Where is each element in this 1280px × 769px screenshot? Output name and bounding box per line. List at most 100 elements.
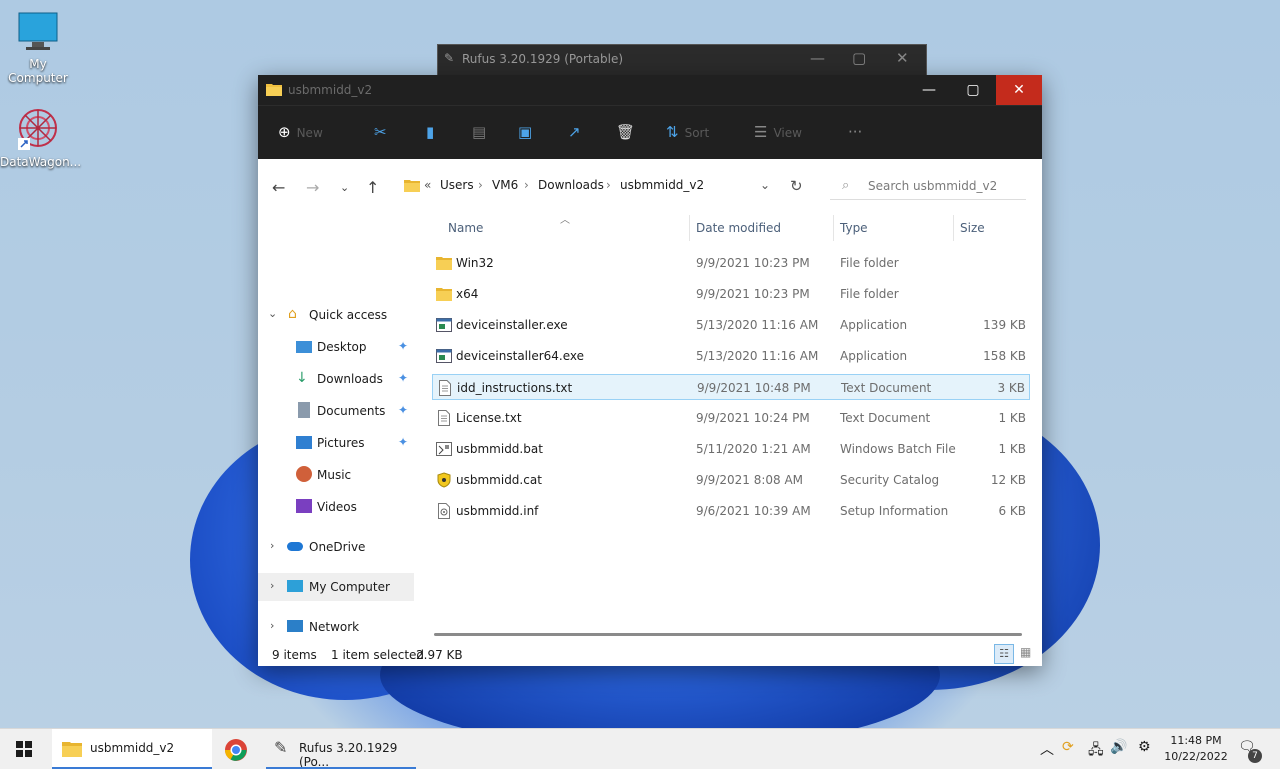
pin-icon[interactable]: ✦ <box>398 371 408 385</box>
breadcrumb-separator-icon: › <box>478 178 483 192</box>
up-arrow-icon[interactable]: ↑ <box>366 178 379 197</box>
new-button[interactable]: ⊕ New <box>278 123 323 141</box>
search-input[interactable]: ⌕ Search usbmmidd_v2 <box>830 173 1026 200</box>
details-view-icon[interactable]: ☷ <box>994 644 1014 664</box>
file-row[interactable]: Win32 9/9/2021 10:23 PM File folder <box>432 250 1030 276</box>
chevron-right-icon[interactable]: › <box>270 539 274 552</box>
close-button[interactable]: ✕ <box>996 75 1042 105</box>
breadcrumb-item[interactable]: VM6 <box>492 178 518 192</box>
desktop-icon-datawagon[interactable]: DataWagon... <box>0 106 81 169</box>
chevron-up-icon[interactable]: ︿ <box>1040 739 1054 759</box>
column-header-name[interactable]: Name <box>448 221 483 235</box>
view-button[interactable]: ☰ View <box>754 123 802 141</box>
file-date: 9/9/2021 10:48 PM <box>697 381 811 395</box>
recent-chevron-down-icon[interactable]: ⌄ <box>340 181 349 194</box>
address-dropdown-chevron-icon[interactable]: ⌄ <box>760 178 770 192</box>
nav-item-documents[interactable]: Documents ✦ <box>258 397 414 425</box>
breadcrumb[interactable]: « Users › VM6 › Downloads › usbmmidd_v2 … <box>400 173 778 199</box>
close-icon[interactable]: ✕ <box>896 49 909 67</box>
gear-icon[interactable]: ⚙ <box>1138 739 1151 755</box>
file-type: Windows Batch File <box>840 442 956 456</box>
paste-icon[interactable]: ▤ <box>472 123 486 141</box>
taskbar-item-label: usbmmidd_v2 <box>90 741 175 755</box>
navigation-pane: ⌄ ⌂ Quick access Desktop ✦ ↓ Downloads ✦… <box>258 213 418 634</box>
taskbar-item-chrome[interactable] <box>214 729 260 769</box>
nav-item-videos[interactable]: Videos <box>258 493 414 521</box>
minimize-icon[interactable]: — <box>810 49 825 67</box>
pin-icon[interactable]: ✦ <box>398 339 408 353</box>
start-button[interactable] <box>0 729 50 769</box>
breadcrumb-item[interactable]: Users <box>440 178 474 192</box>
update-shield-icon[interactable]: ⟳ <box>1062 739 1074 755</box>
nav-item-music[interactable]: Music <box>258 461 414 489</box>
column-divider[interactable] <box>833 215 834 241</box>
breadcrumb-item[interactable]: Downloads <box>538 178 604 192</box>
maximize-icon[interactable]: ▢ <box>852 49 866 67</box>
title-bar[interactable]: usbmmidd_v2 — ▢ ✕ <box>258 75 1042 105</box>
video-icon <box>296 499 312 513</box>
file-row[interactable]: x64 9/9/2021 10:23 PM File folder <box>432 281 1030 307</box>
share-icon[interactable]: ↗ <box>568 123 581 141</box>
nav-onedrive[interactable]: › OneDrive <box>258 533 414 561</box>
column-divider[interactable] <box>953 215 954 241</box>
file-row[interactable]: usbmmidd.bat 5/11/2020 1:21 AM Windows B… <box>432 436 1030 462</box>
refresh-icon[interactable]: ↻ <box>790 177 803 195</box>
pin-icon[interactable]: ✦ <box>398 403 408 417</box>
breadcrumb-item[interactable]: usbmmidd_v2 <box>620 178 704 192</box>
column-divider[interactable] <box>689 215 690 241</box>
security-catalog-icon <box>437 472 451 488</box>
forward-arrow-icon[interactable]: → <box>306 178 319 197</box>
rename-icon[interactable]: ▣ <box>518 123 532 141</box>
minimize-button[interactable]: — <box>906 75 952 105</box>
monitor-icon <box>18 12 58 50</box>
column-header-type[interactable]: Type <box>840 221 868 235</box>
tiles-view-icon[interactable]: ▦ <box>1020 645 1031 659</box>
network-icon[interactable]: 🖧 <box>1088 739 1104 763</box>
file-row[interactable]: usbmmidd.cat 9/9/2021 8:08 AM Security C… <box>432 467 1030 493</box>
volume-icon[interactable]: 🔊 <box>1110 739 1127 755</box>
sort-button[interactable]: ⇅ Sort <box>666 123 709 141</box>
horizontal-scrollbar[interactable] <box>434 633 1022 636</box>
nav-label: Documents <box>317 404 386 418</box>
nav-my-computer[interactable]: › My Computer <box>258 573 414 601</box>
cut-icon[interactable]: ✂ <box>374 123 387 141</box>
file-row[interactable]: deviceinstaller64.exe 5/13/2020 11:16 AM… <box>432 343 1030 369</box>
file-date: 9/9/2021 10:24 PM <box>696 411 810 425</box>
nav-item-downloads[interactable]: ↓ Downloads ✦ <box>258 365 414 393</box>
nav-item-pictures[interactable]: Pictures ✦ <box>258 429 414 457</box>
delete-icon[interactable]: 🗑 <box>616 123 635 141</box>
taskbar-item-explorer[interactable]: usbmmidd_v2 <box>52 729 212 769</box>
file-row[interactable]: deviceinstaller.exe 5/13/2020 11:16 AM A… <box>432 312 1030 338</box>
desktop-icon-my-computer[interactable]: My Computer <box>0 10 76 85</box>
clock-date: 10/22/2022 <box>1164 750 1228 763</box>
breadcrumb-overflow[interactable]: « <box>424 178 431 192</box>
more-options-button[interactable]: ··· <box>848 123 862 141</box>
desktop-icon-label: My Computer <box>8 57 68 85</box>
file-size: 139 KB <box>983 318 1026 332</box>
rufus-window[interactable]: ✎ Rufus 3.20.1929 (Portable) — ▢ ✕ <box>437 44 927 76</box>
back-arrow-icon[interactable]: ← <box>272 178 285 197</box>
nav-quick-access[interactable]: ⌄ ⌂ Quick access <box>258 301 414 329</box>
column-header-date[interactable]: Date modified <box>696 221 781 235</box>
file-type: Setup Information <box>840 504 949 518</box>
sort-label: Sort <box>684 126 710 140</box>
taskbar-item-rufus[interactable]: ✎ Rufus 3.20.1929 (Po... <box>266 729 418 769</box>
nav-item-desktop[interactable]: Desktop ✦ <box>258 333 414 361</box>
cloud-icon <box>287 542 303 551</box>
maximize-button[interactable]: ▢ <box>950 75 996 105</box>
nav-network[interactable]: › Network <box>258 613 414 641</box>
nav-label: Pictures <box>317 436 365 450</box>
clock[interactable]: 11:48 PM 10/22/2022 <box>1162 733 1230 765</box>
chevron-down-icon[interactable]: ⌄ <box>268 307 277 320</box>
file-row[interactable]: License.txt 9/9/2021 10:24 PM Text Docum… <box>432 405 1030 431</box>
file-row-selected[interactable]: idd_instructions.txt 9/9/2021 10:48 PM T… <box>432 374 1030 400</box>
notification-count-badge: 7 <box>1248 749 1262 763</box>
file-name: deviceinstaller.exe <box>456 318 568 332</box>
column-header-size[interactable]: Size <box>960 221 985 235</box>
pin-icon[interactable]: ✦ <box>398 435 408 449</box>
nav-label: Music <box>317 468 352 482</box>
chevron-right-icon[interactable]: › <box>270 579 274 592</box>
copy-icon[interactable]: ▮ <box>426 123 434 141</box>
file-row[interactable]: usbmmidd.inf 9/6/2021 10:39 AM Setup Inf… <box>432 498 1030 524</box>
chevron-right-icon[interactable]: › <box>270 619 274 632</box>
